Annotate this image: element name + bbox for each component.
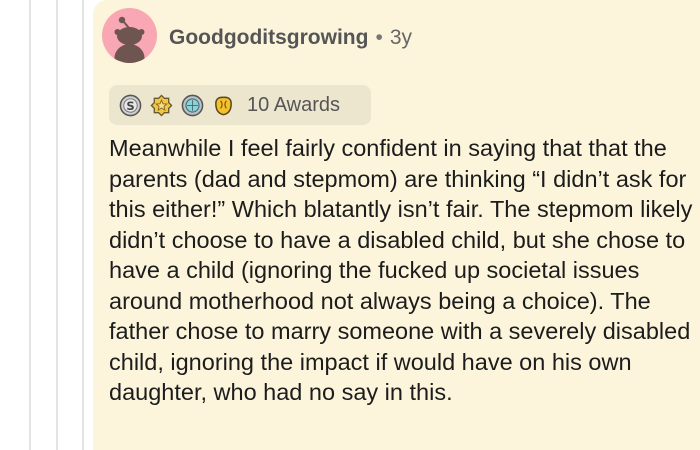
svg-text:S: S bbox=[126, 98, 134, 112]
comment-age: 3y bbox=[389, 26, 413, 49]
thread-line[interactable] bbox=[82, 0, 84, 450]
platinum-award-icon bbox=[181, 94, 204, 116]
comment-thread: Goodgoditsgrowing • 3y S 10 Awards Meanw… bbox=[0, 0, 700, 450]
gold-award-icon bbox=[150, 93, 173, 117]
username[interactable]: Goodgoditsgrowing bbox=[169, 26, 368, 50]
separator-dot: • bbox=[375, 26, 383, 49]
awards-bar[interactable]: S 10 Awards bbox=[109, 85, 371, 125]
wholesome-award-icon bbox=[215, 96, 232, 115]
highlighted-comment: Goodgoditsgrowing • 3y S 10 Awards Meanw… bbox=[93, 0, 700, 450]
avatar[interactable] bbox=[102, 8, 157, 63]
snoo-avatar-icon bbox=[114, 16, 145, 63]
thread-line[interactable] bbox=[29, 0, 31, 450]
comment-header: Goodgoditsgrowing • 3y bbox=[169, 24, 412, 52]
awards-count: 10 Awards bbox=[247, 93, 341, 116]
silver-award-icon: S bbox=[119, 94, 142, 116]
thread-line[interactable] bbox=[56, 0, 58, 450]
comment-body: Meanwhile I feel fairly confident in say… bbox=[109, 135, 693, 405]
